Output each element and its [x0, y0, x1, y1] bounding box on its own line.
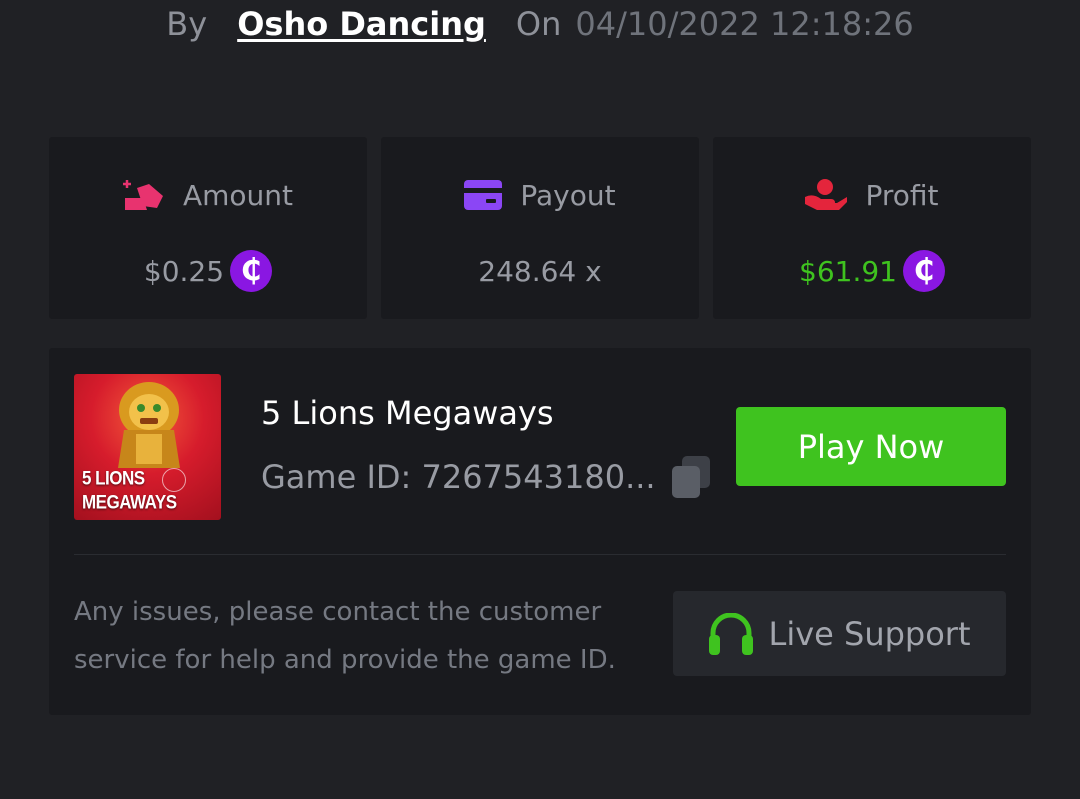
- profit-value: $61.91: [799, 254, 897, 288]
- bet-details-page: By Osho Dancing On 04/10/2022 12:18:26 A…: [0, 0, 1080, 799]
- bet-meta-line: By Osho Dancing On 04/10/2022 12:18:26: [0, 2, 1080, 46]
- amount-value: $0.25: [143, 254, 225, 288]
- profit-header: Profit: [805, 177, 939, 213]
- live-support-button[interactable]: Live Support: [673, 591, 1006, 676]
- play-now-button[interactable]: Play Now: [736, 407, 1006, 486]
- profit-card: Profit $61.91 ₵: [713, 137, 1031, 319]
- stats-row: Amount $0.25 ₵ Payout 248.64 x Profit $6…: [49, 137, 1031, 319]
- payout-header: Payout: [464, 177, 616, 213]
- game-id-text: Game ID: 7267543180...: [261, 458, 656, 496]
- coin-icon: ₵: [902, 250, 945, 292]
- bet-chips-icon: [122, 180, 163, 210]
- payout-label: Payout: [520, 178, 616, 212]
- support-help-text: Any issues, please contact the customer …: [74, 597, 616, 675]
- profit-label: Profit: [865, 178, 939, 212]
- amount-card: Amount $0.25 ₵: [49, 137, 367, 319]
- provider-badge-icon: [162, 468, 186, 492]
- on-label: On: [515, 5, 562, 43]
- credit-card-icon: [464, 180, 503, 210]
- lion-statue-icon: [118, 382, 180, 468]
- payout-value-row: 248.64 x: [478, 249, 601, 293]
- game-id-row: Game ID: 7267543180...: [261, 456, 710, 498]
- payout-value: 248.64 x: [478, 254, 602, 288]
- amount-value-row: $0.25 ₵: [143, 249, 273, 293]
- amount-label: Amount: [182, 178, 294, 212]
- author-link[interactable]: Osho Dancing: [237, 5, 486, 43]
- game-panel: 5 LIONS MEGAWAYS 5 Lions Megaways Game I…: [49, 348, 1031, 715]
- game-thumbnail[interactable]: 5 LIONS MEGAWAYS: [74, 374, 221, 520]
- live-support-label: Live Support: [768, 614, 971, 653]
- by-label: By: [166, 5, 208, 43]
- headset-icon: [709, 612, 754, 655]
- copy-icon[interactable]: [671, 456, 710, 498]
- divider: [74, 554, 1006, 555]
- payout-card: Payout 248.64 x: [381, 137, 699, 319]
- game-name: 5 Lions Megaways: [261, 394, 554, 432]
- amount-header: Amount: [122, 177, 294, 213]
- profit-value-row: $61.91 ₵: [799, 249, 945, 293]
- bet-timestamp: 04/10/2022 12:18:26: [575, 5, 914, 43]
- hand-money-icon: [805, 179, 848, 210]
- coin-icon: ₵: [230, 250, 273, 292]
